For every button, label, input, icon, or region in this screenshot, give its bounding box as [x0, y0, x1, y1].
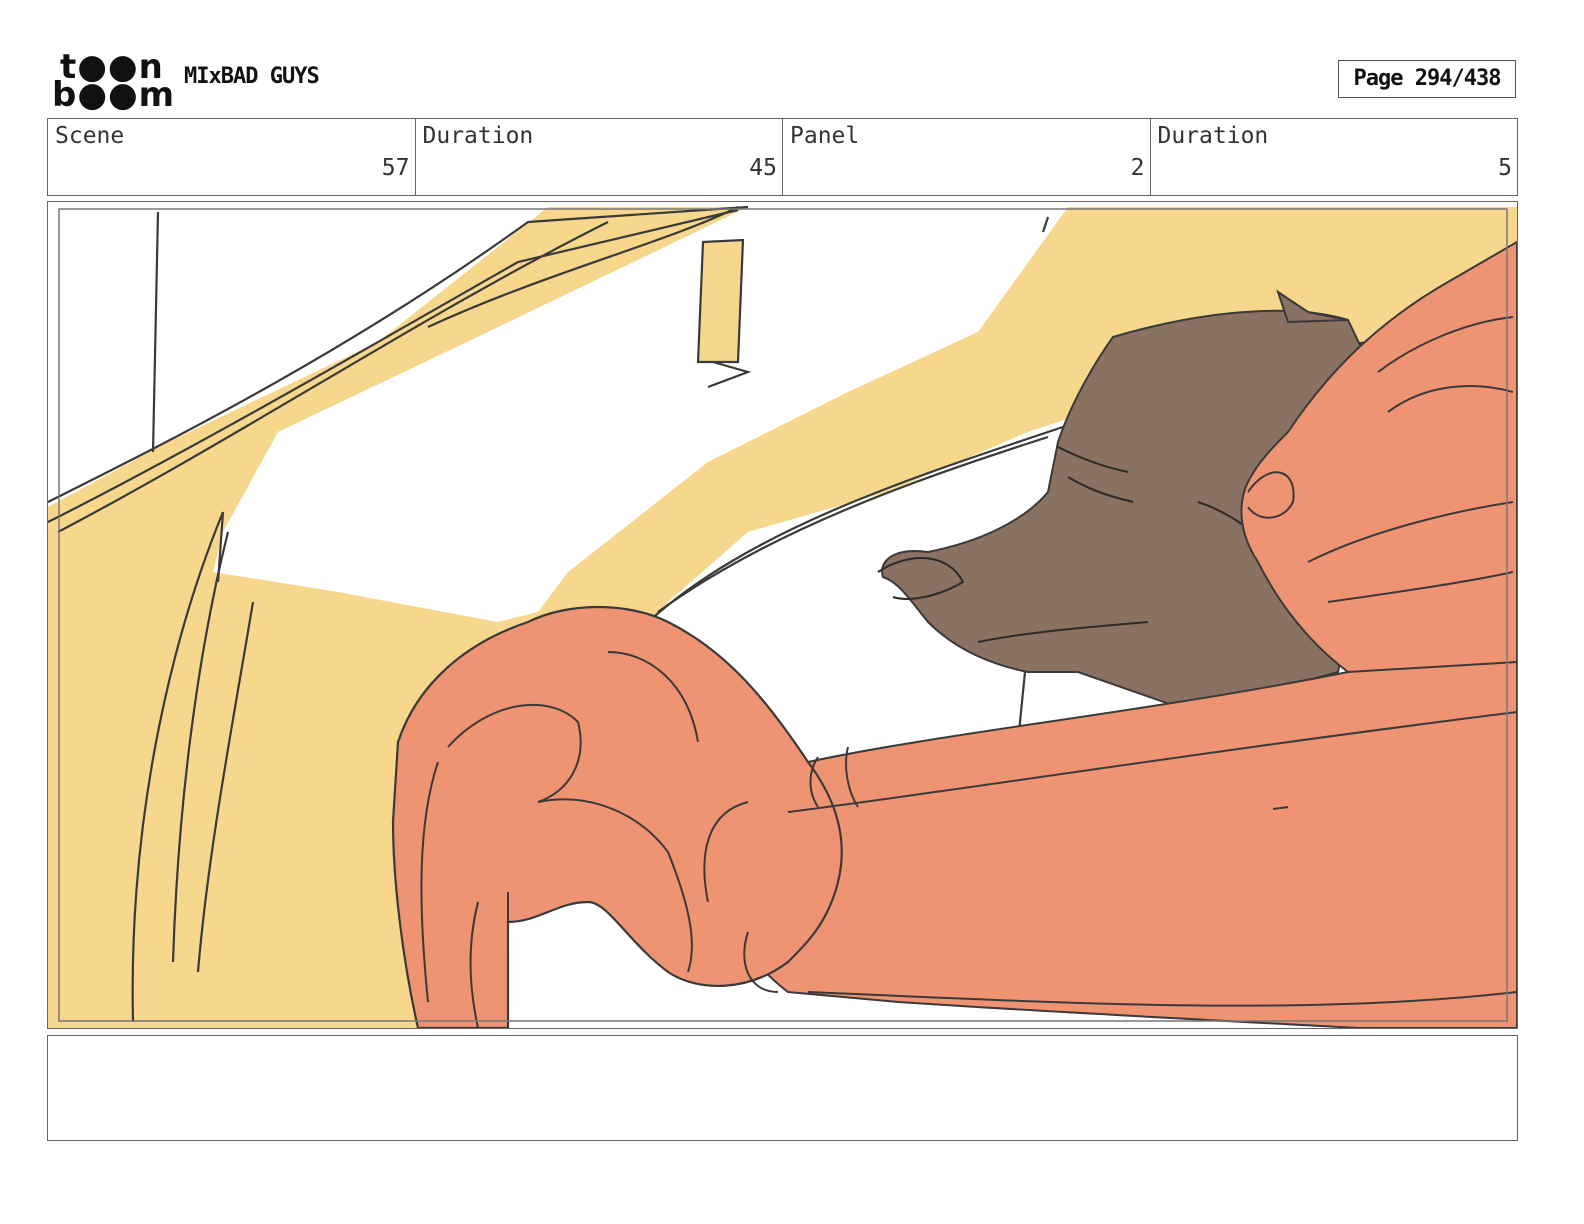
- panel-value: 2: [1130, 155, 1145, 181]
- logo-line-bottom: b●●m: [52, 75, 176, 115]
- scene-label: Scene: [55, 123, 125, 149]
- panel-label: Panel: [790, 123, 860, 149]
- panel-drawing: [48, 202, 1517, 1028]
- panel-duration-label: Duration: [1157, 123, 1269, 149]
- scene-cell: Scene 57: [48, 119, 416, 195]
- panel-duration-cell: Duration 5: [1151, 119, 1518, 195]
- panel-duration-value: 5: [1498, 155, 1512, 181]
- toon-boom-logo: t●●n b●●m: [52, 50, 174, 112]
- panel-cell: Panel 2: [783, 119, 1151, 195]
- storyboard-panel: [47, 201, 1518, 1029]
- scene-duration-value: 45: [749, 155, 777, 181]
- page-number: Page 294/438: [1338, 60, 1516, 98]
- scene-duration-cell: Duration 45: [416, 119, 783, 195]
- scene-value: 57: [381, 155, 410, 181]
- project-title: MIxBAD GUYS: [184, 64, 320, 89]
- scene-duration-label: Duration: [422, 123, 534, 149]
- scene-info-table: Scene 57 Duration 45 Panel 2 Duration 5: [47, 118, 1518, 196]
- panel-notes-box: [47, 1035, 1518, 1141]
